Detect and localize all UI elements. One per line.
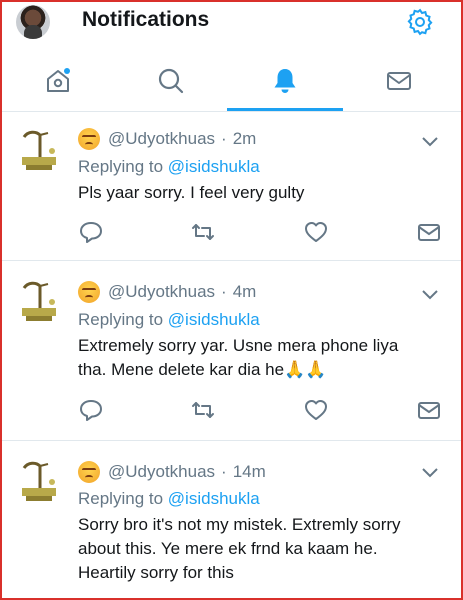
tab-bar	[0, 50, 463, 112]
tweet-header: @Udyotkhuas · 14m	[78, 460, 266, 484]
tweet-time: 4m	[232, 282, 257, 301]
tweet-time: 2m	[232, 129, 257, 148]
heart-icon	[305, 400, 327, 420]
tweet-text-line: Extremely sorry yar. Usne mera phone liy…	[78, 336, 399, 355]
tab-notifications[interactable]	[227, 50, 343, 112]
tweet-actions	[0, 219, 463, 249]
retweet-icon	[192, 402, 214, 418]
reply-mention[interactable]: @isidshukla	[168, 489, 260, 508]
replying-to: Replying to @isidshukla	[78, 489, 260, 509]
active-tab-indicator	[227, 108, 343, 111]
profile-avatar[interactable]	[16, 5, 50, 39]
reply-button[interactable]	[78, 219, 104, 245]
separator: ·	[221, 282, 227, 301]
search-icon	[158, 68, 184, 94]
angry-face-icon	[78, 281, 100, 303]
reply-button[interactable]	[78, 397, 104, 423]
like-button[interactable]	[303, 397, 329, 423]
tweet-header: @Udyotkhuas · 4m	[78, 280, 256, 304]
bell-icon	[274, 69, 296, 93]
tab-home[interactable]	[0, 50, 116, 112]
heart-icon	[305, 222, 327, 242]
chevron-down-icon[interactable]	[420, 466, 440, 480]
like-button[interactable]	[303, 219, 329, 245]
replying-to: Replying to @isidshukla	[78, 157, 260, 177]
angry-face-icon	[78, 128, 100, 150]
tweet-handle[interactable]: @Udyotkhuas	[108, 462, 215, 482]
chevron-down-icon[interactable]	[420, 288, 440, 302]
tweet-text: Pls yaar sorry. I feel very gulty	[78, 183, 305, 202]
tab-messages[interactable]	[341, 50, 457, 112]
tweet-handle[interactable]: @Udyotkhuas	[108, 282, 215, 302]
tweet-time: 14m	[232, 462, 266, 481]
mail-icon	[418, 224, 440, 241]
mail-icon	[418, 402, 440, 419]
reply-mention[interactable]: @isidshukla	[168, 157, 260, 176]
direct-message-button[interactable]	[416, 219, 442, 245]
gear-icon[interactable]	[405, 7, 435, 37]
separator: ·	[221, 462, 227, 481]
notification-tweet[interactable]: @Udyotkhuas · 14m Replying to @isidshukl…	[0, 442, 463, 600]
tweet-header: @Udyotkhuas · 2m	[78, 127, 256, 151]
folded-hands-emoji: 🙏🙏	[284, 360, 327, 379]
retweet-button[interactable]	[190, 219, 216, 245]
tweet-text-line: about this. Ye mere ek frnd ka kaam he.	[78, 539, 378, 558]
tweet-text-line: tha. Mene delete kar dia he🙏🙏	[78, 358, 448, 382]
notification-tweet[interactable]: @Udyotkhuas · 4m Replying to @isidshukla…	[0, 262, 463, 441]
separator: ·	[221, 129, 227, 148]
tweet-actions	[0, 397, 463, 427]
direct-message-button[interactable]	[416, 397, 442, 423]
top-bar: Notifications	[0, 0, 463, 46]
home-icon	[47, 68, 70, 92]
reply-mention[interactable]: @isidshukla	[168, 310, 260, 329]
user-avatar[interactable]	[18, 458, 60, 504]
user-avatar[interactable]	[18, 278, 60, 324]
reply-icon	[80, 400, 102, 421]
replying-prefix: Replying to	[78, 489, 164, 508]
replying-prefix: Replying to	[78, 157, 164, 176]
tweet-text: Extremely sorry yar. Usne mera phone liy…	[78, 334, 448, 382]
tweet-text: Sorry bro it's not my mistek. Extremly s…	[78, 513, 448, 585]
tweet-text-segment: tha. Mene delete kar dia he	[78, 360, 285, 379]
angry-face-icon	[78, 461, 100, 483]
tweet-text-line: Sorry bro it's not my mistek. Extremly s…	[78, 515, 401, 534]
tweet-handle[interactable]: @Udyotkhuas	[108, 129, 215, 149]
notification-tweet[interactable]: @Udyotkhuas · 2m Replying to @isidshukla…	[0, 113, 463, 261]
tweet-text-line: Heartily sorry for this	[78, 563, 234, 582]
reply-icon	[80, 222, 102, 243]
tab-search[interactable]	[113, 50, 229, 112]
mail-icon	[387, 72, 411, 90]
page-title: Notifications	[82, 8, 210, 31]
retweet-icon	[192, 224, 214, 240]
replying-to: Replying to @isidshukla	[78, 310, 260, 330]
replying-prefix: Replying to	[78, 310, 164, 329]
user-avatar[interactable]	[18, 127, 60, 173]
chevron-down-icon[interactable]	[420, 135, 440, 149]
retweet-button[interactable]	[190, 397, 216, 423]
